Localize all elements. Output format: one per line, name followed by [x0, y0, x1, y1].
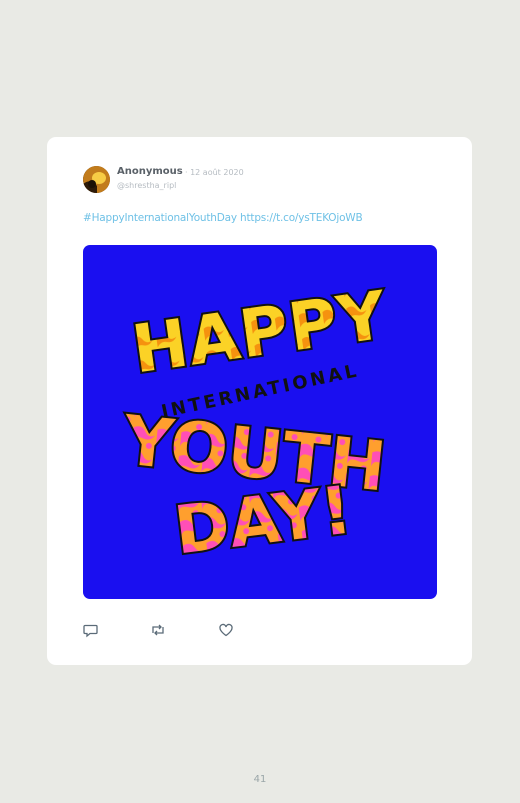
avatar[interactable]	[83, 166, 110, 193]
author-name[interactable]: Anonymous	[117, 166, 183, 177]
author-handle[interactable]: @shrestha_ripl	[117, 181, 176, 190]
youth-day-graphic: HAPPY INTERNATIONAL YOUTH DAY!	[117, 275, 394, 572]
tweet-text: #HappyInternationalYouthDay https://t.co…	[83, 212, 363, 224]
post-date[interactable]: · 12 août 2020	[185, 168, 244, 177]
tweet-actions	[83, 622, 283, 638]
reply-icon[interactable]	[83, 622, 99, 638]
page-number: 41	[253, 774, 267, 785]
tweet-media-image[interactable]: HAPPY INTERNATIONAL YOUTH DAY!	[83, 245, 437, 599]
url-link[interactable]: https://t.co/ysTEKOjoWB	[240, 212, 363, 224]
like-icon[interactable]	[218, 622, 234, 638]
retweet-icon[interactable]	[150, 622, 166, 638]
tweet-card: Anonymous · 12 août 2020 @shrestha_ripl …	[47, 137, 472, 665]
hashtag-link[interactable]: #HappyInternationalYouthDay	[83, 212, 237, 224]
